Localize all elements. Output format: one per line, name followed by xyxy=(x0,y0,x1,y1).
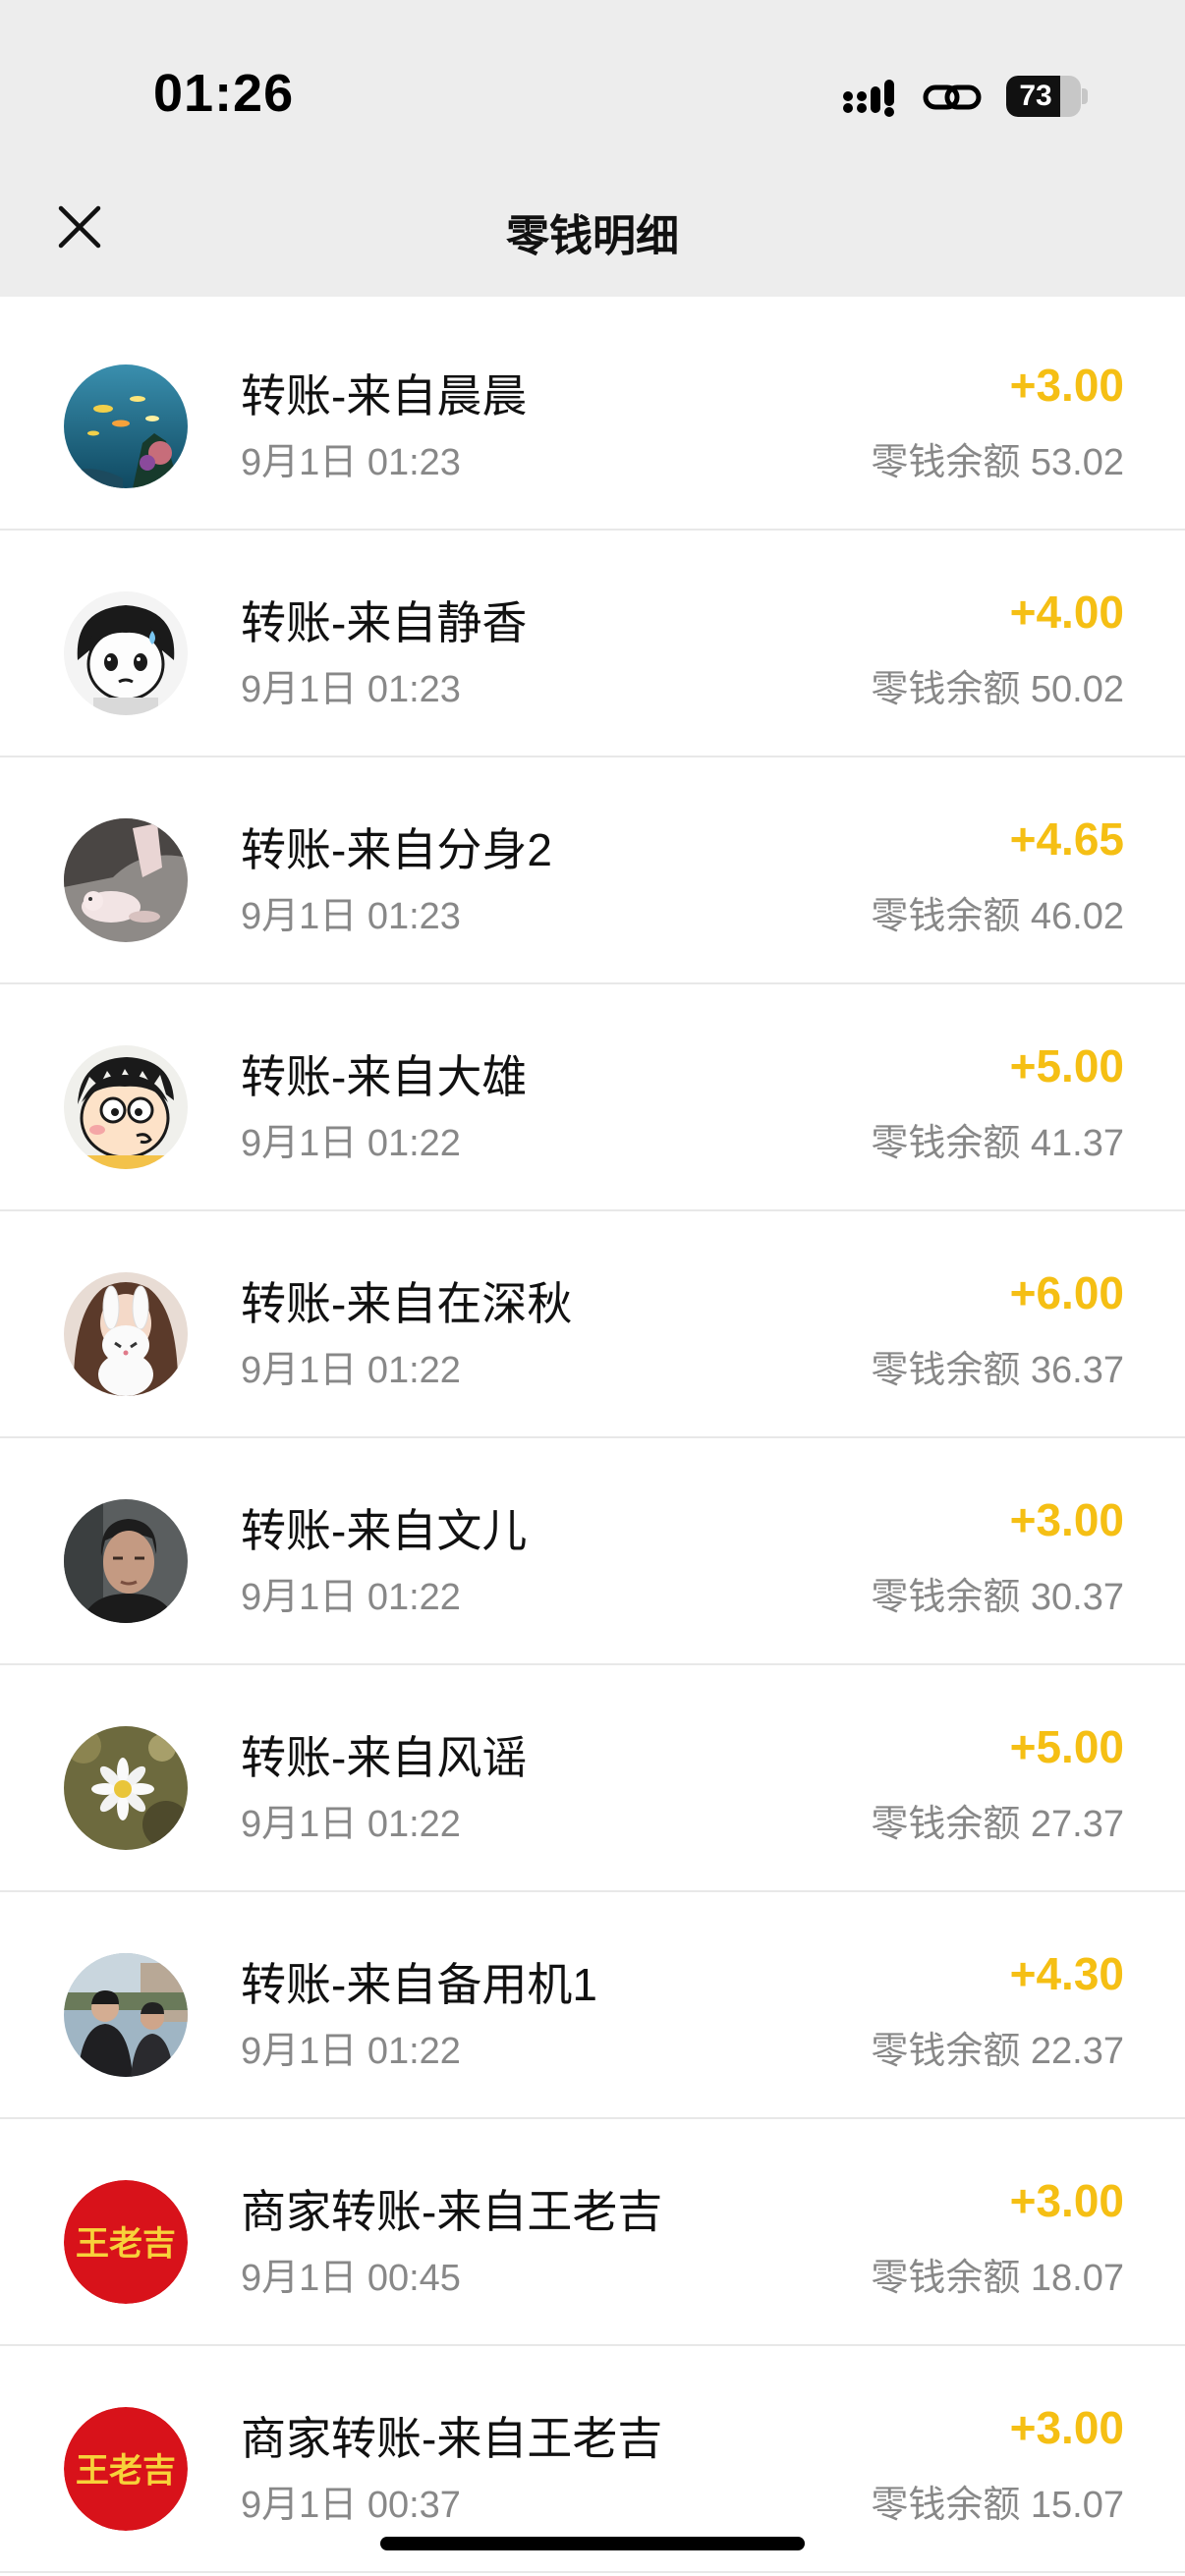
transaction-amount: +3.00 xyxy=(1009,1494,1124,1545)
transaction-balance: 零钱余额 30.37 xyxy=(871,1577,1124,1618)
transaction-date: 9月1日 01:23 xyxy=(241,896,461,937)
transaction-title: 商家转账-来自王老吉 xyxy=(241,2413,663,2464)
transaction-balance: 零钱余额 15.07 xyxy=(871,2485,1124,2526)
battery-icon: 73 xyxy=(1006,76,1081,117)
cartoon-girl-avatar xyxy=(64,591,188,715)
transaction-balance: 零钱余额 53.02 xyxy=(871,442,1124,483)
transaction-amount: +5.00 xyxy=(1009,1721,1124,1772)
wanglaoji-logo-avatar: 王老吉 xyxy=(64,2407,188,2531)
ocean-fish-avatar xyxy=(64,364,188,488)
transaction-title: 转账-来自静香 xyxy=(241,597,528,648)
transaction-row[interactable]: 转账-来自静香 9月1日 01:23 +4.00 零钱余额 50.02 xyxy=(0,531,1185,757)
transaction-date: 9月1日 00:37 xyxy=(241,2485,461,2526)
transaction-title: 转账-来自大雄 xyxy=(241,1051,528,1102)
transaction-amount: +6.00 xyxy=(1009,1267,1124,1318)
transaction-balance: 零钱余额 41.37 xyxy=(871,1123,1124,1164)
transaction-amount: +3.00 xyxy=(1009,2402,1124,2453)
transaction-date: 9月1日 00:45 xyxy=(241,2258,461,2299)
transaction-date: 9月1日 01:22 xyxy=(241,1804,461,1845)
daisy-flower-avatar xyxy=(64,1726,188,1850)
top-bar: 01:26 73 零钱明细 xyxy=(0,0,1185,297)
transaction-title: 转账-来自文儿 xyxy=(241,1505,528,1556)
transaction-amount: +3.00 xyxy=(1009,360,1124,411)
transaction-row[interactable]: 转账-来自在深秋 9月1日 01:22 +6.00 零钱余额 36.37 xyxy=(0,1211,1185,1438)
status-time: 01:26 xyxy=(153,64,295,123)
transaction-list[interactable]: 转账-来自晨晨 9月1日 01:23 +3.00 零钱余额 53.02 转账-来… xyxy=(0,304,1185,2576)
transaction-title: 商家转账-来自王老吉 xyxy=(241,2186,663,2237)
personal-hotspot-icon xyxy=(923,84,982,110)
transaction-date: 9月1日 01:22 xyxy=(241,1123,461,1164)
transaction-row[interactable]: 转账-来自分身2 9月1日 01:23 +4.65 零钱余额 46.02 xyxy=(0,757,1185,984)
battery-tip xyxy=(1082,88,1088,104)
battery-percentage: 73 xyxy=(1019,80,1052,112)
transaction-balance: 零钱余额 18.07 xyxy=(871,2258,1124,2299)
cartoon-boy-avatar xyxy=(64,1045,188,1169)
transaction-title: 转账-来自在深秋 xyxy=(241,1278,573,1329)
girl-with-bunny-avatar xyxy=(64,1272,188,1396)
page-title: 零钱明细 xyxy=(506,212,679,260)
transaction-amount: +4.00 xyxy=(1009,587,1124,638)
transaction-row[interactable]: 转账-来自晨晨 9月1日 01:23 +3.00 零钱余额 53.02 xyxy=(0,304,1185,531)
transaction-balance: 零钱余额 46.02 xyxy=(871,896,1124,937)
wanglaoji-logo-avatar: 王老吉 xyxy=(64,2180,188,2304)
home-indicator[interactable] xyxy=(380,2537,805,2550)
man-portrait-avatar xyxy=(64,1499,188,1623)
men-in-suits-avatar xyxy=(64,1953,188,2077)
transaction-row[interactable]: 转账-来自大雄 9月1日 01:22 +5.00 零钱余额 41.37 xyxy=(0,984,1185,1211)
transaction-title: 转账-来自备用机1 xyxy=(241,1959,597,2010)
wanglaoji-logo-text: 王老吉 xyxy=(76,2224,176,2264)
transaction-balance: 零钱余额 27.37 xyxy=(871,1804,1124,1845)
transaction-row[interactable]: 转账-来自风谣 9月1日 01:22 +5.00 零钱余额 27.37 xyxy=(0,1665,1185,1892)
status-bar: 01:26 73 xyxy=(0,0,1185,187)
transaction-row[interactable]: 转账-来自备用机1 9月1日 01:22 +4.30 零钱余额 22.37 xyxy=(0,1892,1185,2119)
transaction-title: 转账-来自分身2 xyxy=(241,824,552,875)
transaction-balance: 零钱余额 22.37 xyxy=(871,2031,1124,2072)
transaction-row[interactable]: 王老吉 商家转账-来自王老吉 9月1日 00:45 +3.00 零钱余额 18.… xyxy=(0,2119,1185,2346)
plush-toy-avatar xyxy=(64,818,188,942)
transaction-date: 9月1日 01:22 xyxy=(241,1350,461,1391)
transaction-date: 9月1日 01:23 xyxy=(241,669,461,710)
transaction-date: 9月1日 01:22 xyxy=(241,1577,461,1618)
transaction-amount: +4.65 xyxy=(1009,813,1124,865)
transaction-amount: +4.30 xyxy=(1009,1948,1124,1999)
transaction-date: 9月1日 01:23 xyxy=(241,442,461,483)
transaction-title: 转账-来自风谣 xyxy=(241,1732,528,1783)
transaction-title: 转账-来自晨晨 xyxy=(241,370,528,421)
transaction-balance: 零钱余额 50.02 xyxy=(871,669,1124,710)
wanglaoji-logo-text: 王老吉 xyxy=(76,2451,176,2491)
transaction-balance: 零钱余额 36.37 xyxy=(871,1350,1124,1391)
transaction-row[interactable]: 转账-来自文儿 9月1日 01:22 +3.00 零钱余额 30.37 xyxy=(0,1438,1185,1665)
cellular-signal-icon xyxy=(843,80,894,117)
transaction-amount: +3.00 xyxy=(1009,2175,1124,2226)
transaction-date: 9月1日 01:22 xyxy=(241,2031,461,2072)
transaction-amount: +5.00 xyxy=(1009,1040,1124,1092)
